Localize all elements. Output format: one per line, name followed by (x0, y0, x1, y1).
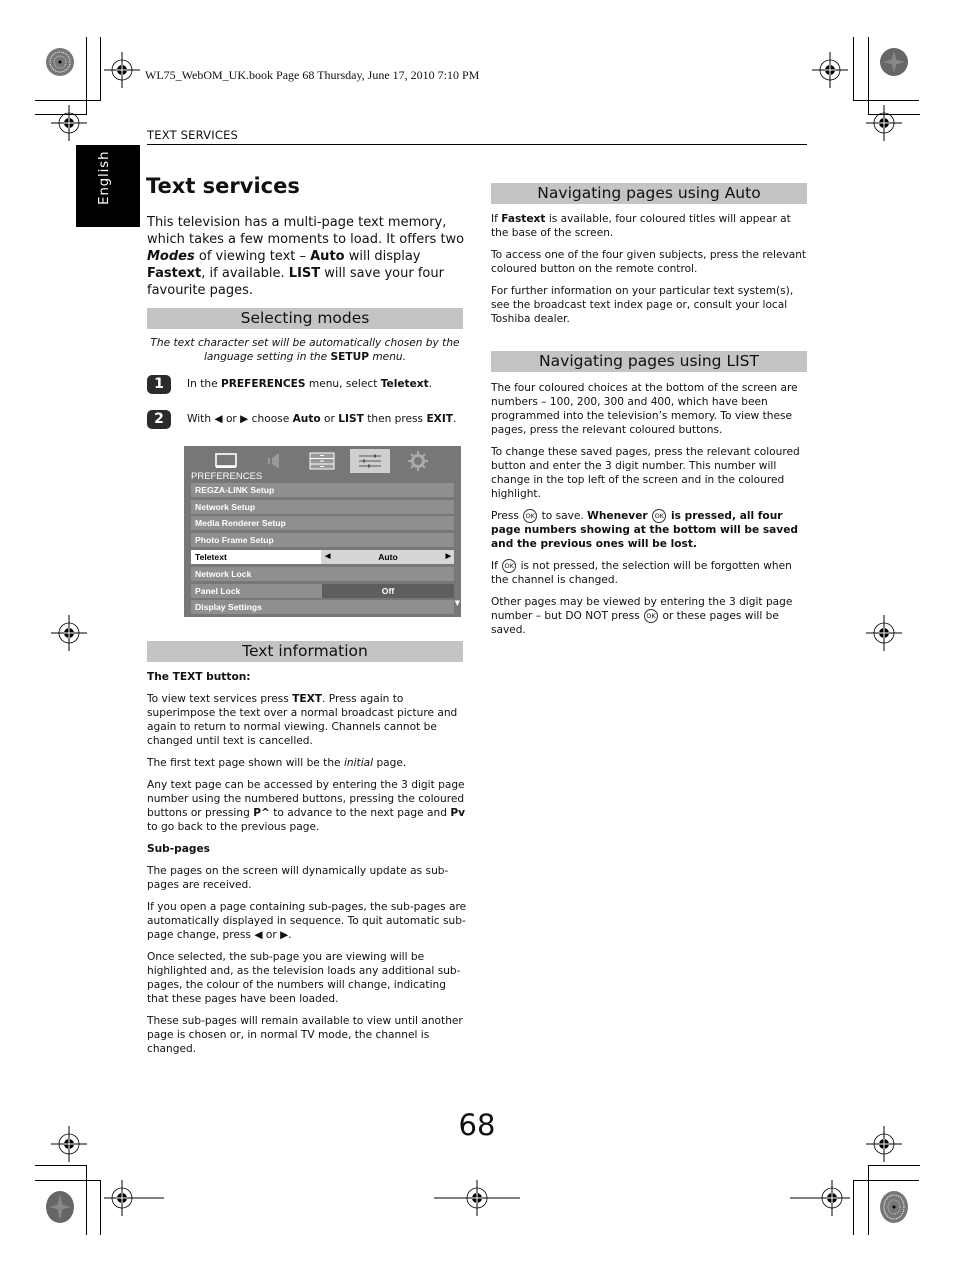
section-heading-text-information: Text information (147, 641, 463, 662)
panel-lock-value: Off (322, 584, 454, 598)
ok-button-icon: OK (502, 559, 517, 573)
menu-row-teletext[interactable]: Teletext ◀ Auto ▶ (191, 550, 454, 564)
registration-target-icon (51, 105, 87, 141)
starburst-registration-icon (880, 1191, 908, 1223)
page-title: Text services (146, 174, 300, 198)
registration-target-icon (866, 105, 902, 141)
nav-auto-body: If Fastext is available, four coloured t… (491, 213, 807, 325)
step-number-badge: 1 (147, 375, 171, 394)
preferences-icon (350, 449, 390, 473)
left-arrow-icon: ◀ (214, 413, 223, 425)
menu-row-regza-link-setup[interactable]: REGZA-LINK Setup (191, 483, 454, 497)
page-up-icon: P^ (253, 807, 270, 819)
menu-row-network-lock[interactable]: Network Lock (191, 567, 454, 581)
ok-button-icon: OK (652, 509, 667, 523)
menu-row-photo-frame-setup[interactable]: Photo Frame Setup (191, 533, 454, 547)
registration-target-icon (104, 1180, 164, 1216)
step-text: In the PREFERENCES menu, select Teletext… (187, 378, 433, 390)
registration-target-icon (434, 1180, 520, 1216)
language-tab: English (76, 145, 140, 227)
menu-row-display-settings[interactable]: Display Settings (191, 600, 454, 614)
right-arrow-icon[interactable]: ▶ (446, 550, 451, 564)
print-header: WL75_WebOM_UK.book Page 68 Thursday, Jun… (145, 68, 480, 82)
section-heading-selecting-modes: Selecting modes (147, 308, 463, 329)
registration-target-icon (866, 615, 902, 651)
pattern-registration-icon (880, 48, 908, 76)
menu-row-panel-lock[interactable]: Panel Lock Off (191, 584, 454, 598)
sound-icon (254, 449, 294, 473)
picture-icon (206, 449, 246, 473)
teletext-value: Auto (378, 552, 398, 562)
section-heading-nav-auto: Navigating pages using Auto (491, 183, 807, 204)
scroll-down-icon[interactable]: ▼ (455, 599, 460, 607)
right-arrow-icon: ▶ (280, 929, 289, 941)
ok-button-icon: OK (644, 609, 659, 623)
menu-title: PREFERENCES (191, 471, 263, 482)
menu-row-media-renderer-setup[interactable]: Media Renderer Setup (191, 516, 454, 530)
registration-target-icon (790, 1180, 850, 1216)
preferences-menu-screenshot: PREFERENCES REGZA-LINK Setup Network Set… (184, 446, 461, 617)
running-head: TEXT SERVICES (147, 128, 239, 142)
registration-target-icon (812, 52, 848, 88)
character-set-note: The text character set will be automatic… (150, 337, 460, 363)
section-heading-nav-list: Navigating pages using LIST (491, 351, 807, 372)
pattern-registration-icon (46, 1191, 74, 1223)
page-number: 68 (458, 1108, 496, 1142)
registration-target-icon (51, 615, 87, 651)
setup-icon (302, 449, 342, 473)
settings-gear-icon (398, 449, 438, 473)
starburst-registration-icon (46, 48, 74, 76)
step-text: With ◀ or ▶ choose Auto or LIST then pre… (187, 413, 457, 425)
text-information-body: The TEXT button: To view text services p… (147, 671, 467, 1055)
nav-list-body: The four coloured choices at the bottom … (491, 382, 800, 636)
registration-target-icon (104, 52, 140, 88)
menu-row-network-setup[interactable]: Network Setup (191, 500, 454, 514)
step-number-badge: 2 (147, 410, 171, 429)
intro-paragraph: This television has a multi-page text me… (147, 215, 465, 298)
header-rule (147, 144, 807, 145)
ok-button-icon: OK (523, 509, 538, 523)
page-down-icon: Pv (450, 807, 466, 819)
language-tab-label: English (96, 150, 112, 205)
